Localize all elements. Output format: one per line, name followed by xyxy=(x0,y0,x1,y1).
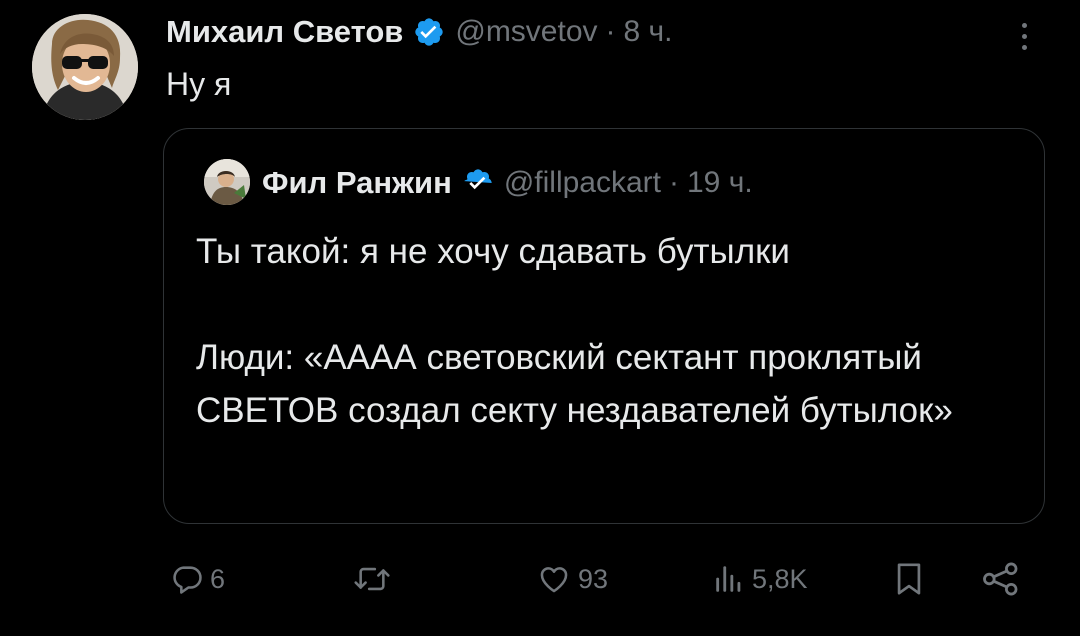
separator-dot: · xyxy=(605,15,616,48)
retweet-icon xyxy=(354,567,390,591)
quoted-author-avatar xyxy=(204,159,250,205)
quoted-tweet-card[interactable]: Фил Ранжин @fillpackart · 19 ч. Ты такой… xyxy=(163,128,1045,524)
bookmark-button[interactable] xyxy=(892,552,926,606)
author-avatar[interactable] xyxy=(32,14,138,120)
verified-badge-icon xyxy=(462,167,494,199)
tweet-header: Михаил Светов @msvetov · 8 ч. xyxy=(166,10,673,54)
bookmark-icon xyxy=(897,563,921,595)
like-count: 93 xyxy=(578,563,609,594)
quoted-author-handle[interactable]: @fillpackart xyxy=(504,166,661,200)
heart-icon xyxy=(540,567,568,593)
quoted-tweet-timestamp[interactable]: 19 ч. xyxy=(687,166,753,200)
views-button[interactable]: 5,8K xyxy=(712,552,808,606)
reply-count: 6 xyxy=(210,563,226,594)
retweet-button[interactable] xyxy=(352,552,398,606)
quoted-paragraph: Люди: «АААА световский сектант проклятый… xyxy=(196,338,953,430)
quoted-author-name[interactable]: Фил Ранжин xyxy=(262,165,452,201)
reply-icon xyxy=(173,566,202,594)
tweet-action-bar: 6 93 5,8K xyxy=(0,552,1080,606)
user-avatar-photo-icon xyxy=(32,14,138,120)
separator-dot: · xyxy=(669,166,679,199)
tweet-text: Ну я xyxy=(166,66,232,102)
views-chart-icon xyxy=(716,566,741,592)
tweet-timestamp[interactable]: 8 ч. xyxy=(624,15,673,49)
author-handle[interactable]: @msvetov xyxy=(455,15,597,49)
author-name[interactable]: Михаил Светов xyxy=(166,14,403,50)
share-button[interactable] xyxy=(982,552,1020,606)
quoted-tweet-text: Ты такой: я не хочу сдавать бутылки Люди… xyxy=(196,225,1016,437)
quoted-tweet-header: Фил Ранжин @fillpackart · 19 ч. xyxy=(262,161,753,205)
reply-button[interactable]: 6 xyxy=(170,552,225,606)
more-options-icon[interactable] xyxy=(1012,14,1036,58)
quoted-avatar-photo-icon xyxy=(204,159,250,205)
views-count: 5,8K xyxy=(752,563,808,594)
share-icon xyxy=(983,562,1018,596)
verified-badge-icon xyxy=(413,16,445,48)
like-button[interactable]: 93 xyxy=(536,552,608,606)
quoted-paragraph: Ты такой: я не хочу сдавать бутылки xyxy=(196,232,790,271)
